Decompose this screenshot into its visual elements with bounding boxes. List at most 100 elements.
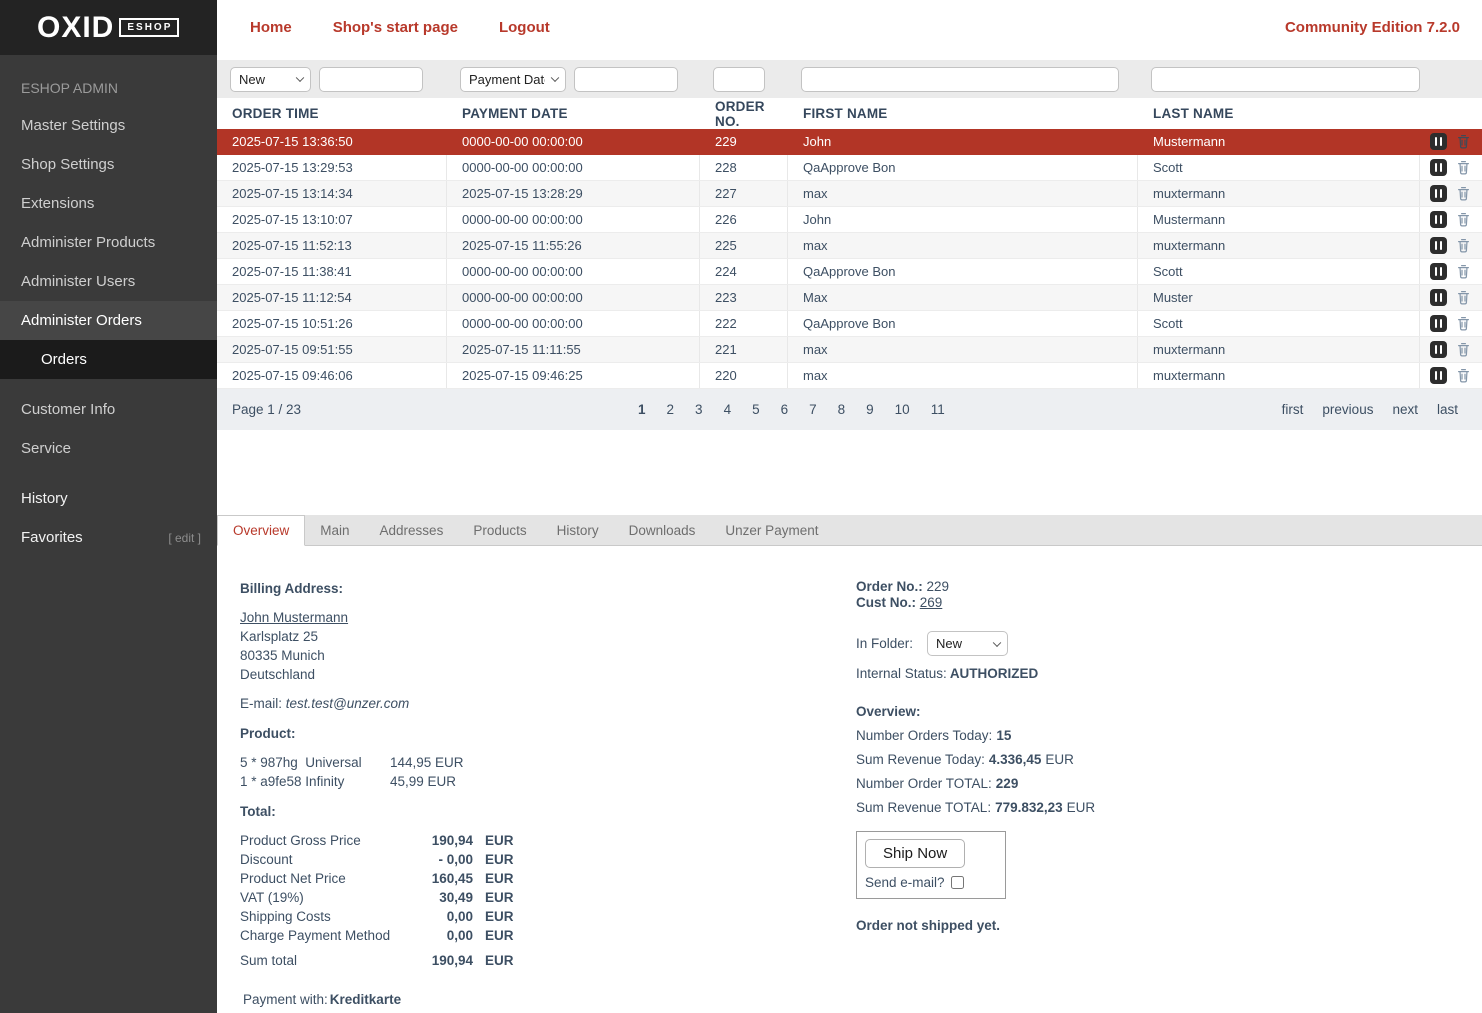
sidebar-item[interactable]: Administer Orders <box>0 301 217 340</box>
page-number-link[interactable]: 2 <box>667 402 675 417</box>
trash-icon[interactable] <box>1456 211 1471 228</box>
page-number-link[interactable]: 1 <box>638 402 646 417</box>
column-header-payment-date[interactable]: PAYMENT DATE <box>447 106 700 121</box>
tab[interactable]: Unzer Payment <box>710 515 833 545</box>
pager-nav-link[interactable]: last <box>1437 402 1458 417</box>
detail-left-column: Billing Address: John Mustermann Karlspl… <box>240 579 640 1013</box>
tab[interactable]: Main <box>305 515 364 545</box>
column-header-order-no[interactable]: ORDER NO. <box>700 99 788 129</box>
sidebar-item[interactable]: Extensions <box>0 184 217 223</box>
row-actions <box>1420 181 1482 206</box>
billing-name-link[interactable]: John Mustermann <box>240 610 348 625</box>
cell-order-time: 2025-07-15 10:51:26 <box>217 311 447 336</box>
sidebar-item-edit-link[interactable]: [ edit ] <box>168 531 201 545</box>
payment-date-filter-input[interactable] <box>574 67 678 92</box>
page-number-link[interactable]: 6 <box>781 402 789 417</box>
table-row[interactable]: 2025-07-15 13:14:34 2025-07-15 13:28:29 … <box>217 181 1482 207</box>
pager-nav-link[interactable]: next <box>1392 402 1418 417</box>
table-row[interactable]: 2025-07-15 11:12:54 0000-00-00 00:00:00 … <box>217 285 1482 311</box>
trash-icon[interactable] <box>1456 263 1471 280</box>
page-number-link[interactable]: 10 <box>895 402 910 417</box>
trash-icon[interactable] <box>1456 289 1471 306</box>
internal-status-line: Internal Status:AUTHORIZED <box>856 664 1095 683</box>
table-row[interactable]: 2025-07-15 09:51:55 2025-07-15 11:11:55 … <box>217 337 1482 363</box>
column-header-last-name[interactable]: LAST NAME <box>1138 106 1420 121</box>
page-number-link[interactable]: 9 <box>866 402 874 417</box>
cell-payment-date: 2025-07-15 11:11:55 <box>447 337 700 362</box>
pause-icon[interactable] <box>1430 211 1447 228</box>
first-name-filter-input[interactable] <box>801 67 1119 92</box>
search-field-select[interactable]: Payment Date <box>460 67 566 92</box>
total-row-amount: 190,94 <box>403 831 473 850</box>
pause-icon[interactable] <box>1430 263 1447 280</box>
trash-icon[interactable] <box>1456 237 1471 254</box>
payment-with-value: Kreditkarte <box>330 992 401 1007</box>
sidebar-item[interactable]: Master Settings <box>0 106 217 145</box>
page-numbers: 1 2 3 4 5 6 7 8 9 10 11 <box>301 402 1282 417</box>
page-number-link[interactable]: 7 <box>809 402 817 417</box>
sidebar-item[interactable]: Service <box>0 429 217 468</box>
topnav-link[interactable]: Shop's start page <box>333 19 458 36</box>
table-row[interactable]: 2025-07-15 11:38:41 0000-00-00 00:00:00 … <box>217 259 1482 285</box>
column-header-order-time[interactable]: ORDER TIME <box>217 106 447 121</box>
row-actions <box>1420 363 1482 388</box>
trash-icon[interactable] <box>1456 367 1471 384</box>
tab[interactable]: Addresses <box>365 515 459 545</box>
table-row[interactable]: 2025-07-15 13:29:53 0000-00-00 00:00:00 … <box>217 155 1482 181</box>
trash-icon[interactable] <box>1456 133 1471 150</box>
pause-icon[interactable] <box>1430 289 1447 306</box>
billing-address-heading: Billing Address: <box>240 579 640 598</box>
cell-order-time: 2025-07-15 11:12:54 <box>217 285 447 310</box>
order-time-filter-input[interactable] <box>319 67 423 92</box>
sidebar-item[interactable]: Shop Settings <box>0 145 217 184</box>
sidebar-item-label: Customer Info <box>21 401 115 418</box>
table-row[interactable]: 2025-07-15 09:46:06 2025-07-15 09:46:25 … <box>217 363 1482 389</box>
table-row[interactable]: 2025-07-15 11:52:13 2025-07-15 11:55:26 … <box>217 233 1482 259</box>
pause-icon[interactable] <box>1430 185 1447 202</box>
page-number-link[interactable]: 3 <box>695 402 703 417</box>
table-row[interactable]: 2025-07-15 10:51:26 0000-00-00 00:00:00 … <box>217 311 1482 337</box>
pause-icon[interactable] <box>1430 367 1447 384</box>
trash-icon[interactable] <box>1456 159 1471 176</box>
cust-no-link[interactable]: 269 <box>920 595 943 610</box>
tab[interactable]: Overview <box>217 515 305 546</box>
stat-suffix: EUR <box>1045 752 1074 767</box>
last-name-filter-input[interactable] <box>1151 67 1420 92</box>
topnav-link[interactable]: Home <box>250 19 292 36</box>
pause-icon[interactable] <box>1430 159 1447 176</box>
folder-select[interactable]: New <box>230 67 311 92</box>
column-header-first-name[interactable]: FIRST NAME <box>788 106 1138 121</box>
sidebar-item[interactable]: Administer Products <box>0 223 217 262</box>
pager-nav-link[interactable]: previous <box>1322 402 1373 417</box>
ship-now-button[interactable]: Ship Now <box>865 839 965 868</box>
topnav-link[interactable]: Logout <box>499 19 550 36</box>
order-no-filter-input[interactable] <box>713 67 765 92</box>
sidebar-item[interactable]: History <box>0 479 217 518</box>
page-number-link[interactable]: 5 <box>752 402 760 417</box>
pause-icon[interactable] <box>1430 341 1447 358</box>
trash-icon[interactable] <box>1456 341 1471 358</box>
send-email-checkbox[interactable] <box>951 876 964 889</box>
sidebar-item-label: Service <box>21 440 71 457</box>
pager-nav-link[interactable]: first <box>1282 402 1304 417</box>
tab[interactable]: Downloads <box>614 515 711 545</box>
order-no-label: Order No.: <box>856 579 923 594</box>
trash-icon[interactable] <box>1456 315 1471 332</box>
pause-icon[interactable] <box>1430 237 1447 254</box>
sidebar-item[interactable]: Administer Users <box>0 262 217 301</box>
in-folder-select[interactable]: New <box>927 631 1008 656</box>
table-row[interactable]: 2025-07-15 13:10:07 0000-00-00 00:00:00 … <box>217 207 1482 233</box>
table-row[interactable]: 2025-07-15 13:36:50 0000-00-00 00:00:00 … <box>217 129 1482 155</box>
sidebar-item[interactable]: Favorites [ edit ] <box>0 518 217 557</box>
trash-icon[interactable] <box>1456 185 1471 202</box>
tab[interactable]: History <box>542 515 614 545</box>
shipped-with-line: Shipped with: Free <box>243 1009 640 1013</box>
page-number-link[interactable]: 8 <box>838 402 846 417</box>
page-number-link[interactable]: 11 <box>931 402 945 417</box>
sidebar-item[interactable]: Orders <box>0 340 217 379</box>
tab[interactable]: Products <box>458 515 541 545</box>
sidebar-item[interactable]: Customer Info <box>0 390 217 429</box>
pause-icon[interactable] <box>1430 133 1447 150</box>
pause-icon[interactable] <box>1430 315 1447 332</box>
page-number-link[interactable]: 4 <box>724 402 732 417</box>
